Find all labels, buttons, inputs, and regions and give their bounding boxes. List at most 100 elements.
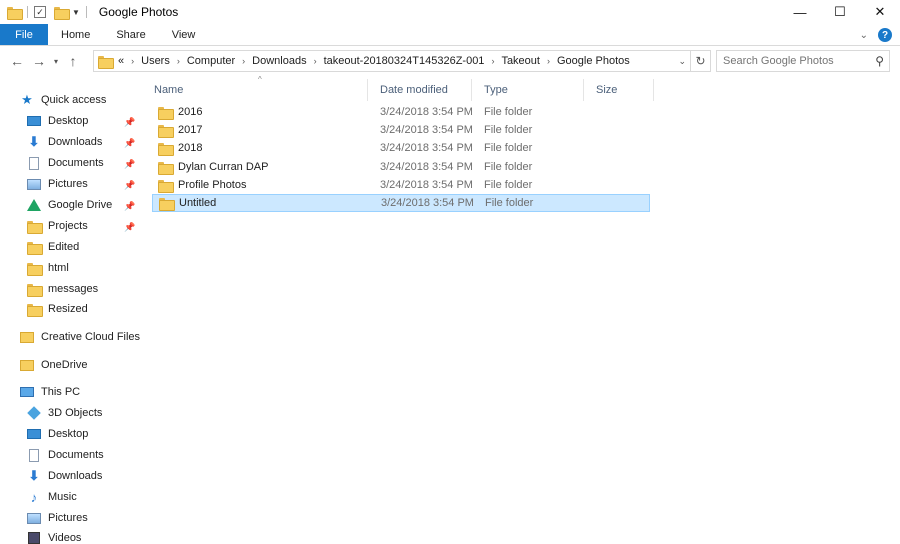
nav-item-pictures[interactable]: Pictures [27,174,88,194]
download-icon: ⬇ [28,468,40,483]
creative-cloud-icon [20,331,34,343]
search-icon[interactable]: ⚲ [875,54,884,68]
computer-icon [20,387,34,397]
pin-icon: 📌 [124,180,136,190]
nav-item-3d-objects[interactable]: 3D Objects [27,403,102,423]
breadcrumb-item[interactable]: takeout-20180324T145326Z-001 › [324,55,502,67]
folder-icon [158,142,174,156]
forward-button[interactable]: → [28,53,50,69]
nav-creative-cloud-files[interactable]: Creative Cloud Files [20,327,140,347]
column-header-size[interactable]: Size [584,79,654,101]
folder-icon [158,124,174,138]
nav-item-edited[interactable]: Edited [27,237,79,257]
breadcrumb-item[interactable]: Computer › [187,55,252,67]
file-row[interactable]: Profile Photos 3/24/2018 3:54 PM File fo… [152,176,650,194]
folder-icon [27,303,43,317]
download-icon: ⬇ [28,134,40,149]
nav-item-projects[interactable]: Projects [27,216,88,236]
refresh-button[interactable]: ↻ [691,50,711,72]
tab-view[interactable]: View [159,24,209,45]
window-controls: — ☐ ✕ [780,0,900,24]
folder-icon [158,179,174,193]
navigation-bar: ← → ▾ ↑ «› Users › Computer › Downloads › t… [0,47,900,75]
nav-item-music[interactable]: ♪ Music [27,487,77,507]
search-input[interactable] [723,55,863,67]
pin-icon: 📌 [124,159,136,169]
back-button[interactable]: ← [6,53,28,69]
minimize-button[interactable]: — [780,0,820,24]
customize-toolbar-icon[interactable]: ▼ [72,8,80,17]
breadcrumb-item[interactable]: Google Photos [557,55,630,67]
3d-objects-icon [27,406,41,420]
folder-icon [27,283,43,297]
nav-item-downloads[interactable]: ⬇ Downloads [27,132,103,152]
folder-icon [27,220,43,234]
folder-icon [27,241,43,255]
star-icon: ★ [21,92,33,107]
nav-onedrive[interactable]: OneDrive [20,355,87,375]
breadcrumb-item[interactable]: Takeout › [501,55,557,67]
pin-icon: 📌 [124,201,136,211]
pictures-icon [27,178,41,190]
nav-item-resized[interactable]: Resized [27,299,88,319]
file-row[interactable]: Dylan Curran DAP 3/24/2018 3:54 PM File … [152,158,650,176]
tab-file[interactable]: File [0,24,48,45]
nav-item-videos[interactable]: Videos [27,528,81,544]
nav-item-messages[interactable]: messages [27,279,98,299]
folder-icon [98,55,114,69]
file-row[interactable]: 2018 3/24/2018 3:54 PM File folder [152,139,650,157]
onedrive-icon [20,359,34,371]
maximize-button[interactable]: ☐ [820,0,860,24]
document-icon [29,156,39,170]
properties-icon[interactable]: ✓ [34,6,46,18]
quick-access-toolbar: ✓ ▼ [0,0,93,24]
music-icon: ♪ [30,489,38,505]
file-row[interactable]: 2016 3/24/2018 3:54 PM File folder [152,103,650,121]
up-button[interactable]: ↑ [62,53,84,69]
pictures-icon [27,512,41,524]
file-row-selected[interactable]: Untitled 3/24/2018 3:54 PM File folder [152,194,650,212]
desktop-icon [27,429,41,439]
google-drive-icon [27,199,41,211]
desktop-icon [27,116,41,126]
nav-item-pc-downloads[interactable]: ⬇ Downloads [27,466,103,486]
help-icon[interactable]: ? [878,28,892,42]
nav-quick-access[interactable]: ★ Quick access [20,90,106,110]
recent-locations-button[interactable]: ▾ [50,57,62,66]
folder-icon [159,197,175,211]
nav-item-html[interactable]: html [27,258,69,278]
window-title: Google Photos [98,5,179,19]
document-icon [29,448,39,462]
file-row[interactable]: 2017 3/24/2018 3:54 PM File folder [152,121,650,139]
nav-item-pc-documents[interactable]: Documents [27,445,104,465]
breadcrumb-item[interactable]: Users › [141,55,187,67]
nav-item-documents[interactable]: Documents [27,153,104,173]
column-header-date-modified[interactable]: Date modified [368,79,472,101]
close-button[interactable]: ✕ [860,0,900,24]
new-folder-icon[interactable] [54,6,70,20]
nav-item-google-drive[interactable]: Google Drive [27,195,112,215]
pin-icon: 📌 [124,222,136,232]
address-dropdown-icon[interactable]: ⌄ [678,56,686,67]
breadcrumb-item[interactable]: Downloads › [252,55,323,67]
nav-item-desktop[interactable]: Desktop [27,111,88,131]
pin-icon: 📌 [124,138,136,148]
tab-share[interactable]: Share [103,24,158,45]
navigation-pane: ★ Quick access Desktop 📌 ⬇ Downloads 📌 D… [0,86,142,544]
search-box[interactable]: ⚲ [716,50,890,72]
nav-item-pc-desktop[interactable]: Desktop [27,424,88,444]
folder-icon[interactable] [7,6,23,20]
column-header-name[interactable]: Name [142,79,368,101]
separator [85,6,87,18]
breadcrumb-overflow[interactable]: «› [118,55,141,67]
videos-icon [28,532,40,544]
tab-home[interactable]: Home [48,24,103,45]
column-header-type[interactable]: Type [472,79,584,101]
nav-this-pc[interactable]: This PC [20,382,80,402]
address-bar[interactable]: «› Users › Computer › Downloads › takeout-2… [93,50,691,72]
file-list: ^ Name Date modified Type Size 2016 3/24… [142,75,900,544]
title-bar: ✓ ▼ Google Photos — ☐ ✕ [0,0,900,24]
expand-ribbon-icon[interactable]: ⌄ [860,30,868,41]
nav-item-pc-pictures[interactable]: Pictures [27,508,88,528]
folder-icon [27,262,43,276]
